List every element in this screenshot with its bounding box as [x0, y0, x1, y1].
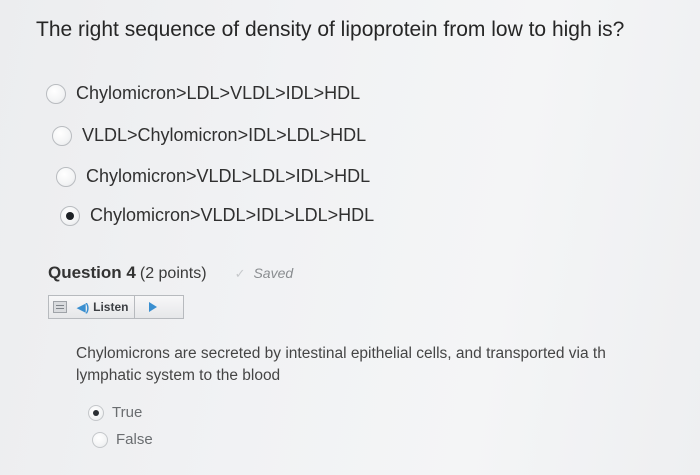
option-1[interactable]: Chylomicron>LDL>VLDL>IDL>HDL: [46, 83, 360, 104]
option-2[interactable]: VLDL>Chylomicron>IDL>LDL>HDL: [52, 125, 366, 146]
saved-label: Saved: [253, 265, 294, 281]
answer-true[interactable]: True: [88, 404, 142, 421]
play-icon[interactable]: [149, 302, 158, 312]
answer-false-radio[interactable]: [92, 431, 108, 448]
option-1-radio[interactable]: [46, 83, 66, 104]
option-3[interactable]: Chylomicron>VLDL>LDL>IDL>HDL: [56, 166, 370, 187]
answer-true-label: True: [112, 404, 143, 421]
question-text-line-2: lymphatic system to the blood: [76, 367, 281, 384]
answer-false-label: False: [116, 431, 153, 448]
answer-true-radio[interactable]: [88, 404, 104, 421]
document-icon[interactable]: [53, 301, 67, 313]
question-number: Question 4: [48, 263, 136, 282]
option-1-label: Chylomicron>LDL>VLDL>IDL>HDL: [76, 83, 361, 103]
listen-button[interactable]: ◀) Listen: [71, 296, 136, 318]
option-4[interactable]: Chylomicron>VLDL>IDL>LDL>HDL: [60, 205, 374, 226]
listen-label: Listen: [93, 300, 129, 314]
saved-status: ✓ Saved: [235, 265, 294, 282]
option-3-label: Chylomicron>VLDL>LDL>IDL>HDL: [86, 166, 371, 186]
question-points: (2 points): [139, 265, 207, 282]
option-3-radio[interactable]: [56, 166, 76, 187]
previous-question-title: The right sequence of density of lipopro…: [36, 18, 625, 41]
option-2-radio[interactable]: [52, 125, 72, 146]
question-text-line-1: Chylomicrons are secreted by intestinal …: [76, 345, 606, 362]
check-icon: ✓: [234, 266, 246, 281]
option-4-label: Chylomicron>VLDL>IDL>LDL>HDL: [90, 205, 375, 225]
question-text: Chylomicrons are secreted by intestinal …: [76, 343, 700, 387]
listen-toolbar: ◀) Listen: [48, 295, 184, 319]
option-2-label: VLDL>Chylomicron>IDL>LDL>HDL: [82, 125, 367, 145]
speaker-icon: ◀): [77, 301, 90, 314]
option-4-radio[interactable]: [60, 205, 80, 226]
answer-false[interactable]: False: [92, 431, 153, 448]
question-header: Question 4 (2 points) ✓ Saved: [48, 263, 293, 283]
